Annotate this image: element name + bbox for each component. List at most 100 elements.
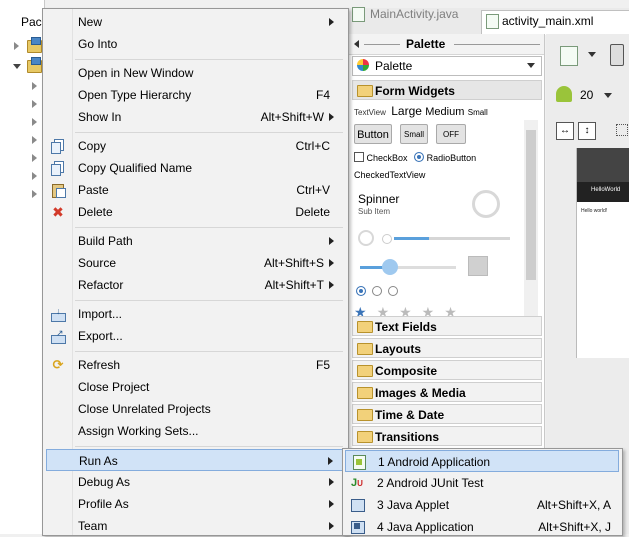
category-text-fields[interactable]: Text Fields [352,316,542,336]
menu-separator [75,132,343,133]
menu-item-label: Build Path [78,234,133,248]
tab-main-activity[interactable]: MainActivity.java [352,4,470,26]
submenu-item-android-junit-test[interactable]: JU 2 Android JUnit Test [345,472,619,494]
menu-item-profile-as[interactable]: Profile As [46,493,344,515]
category-time-date[interactable]: Time & Date [352,404,542,424]
menu-item-debug-as[interactable]: Debug As [46,471,344,493]
radio-group-icon[interactable] [356,286,366,296]
palette-title: Palette [406,37,446,51]
checkbox-row[interactable]: CheckBox RadioButton [354,152,476,163]
menu-item-open-new-window[interactable]: Open in New Window [46,62,344,84]
menu-item-paste[interactable]: Paste Ctrl+V [46,179,344,201]
radio-group-icon[interactable] [372,286,382,296]
large-text-widget: Large [391,104,422,118]
button-widget[interactable]: Button [354,124,392,144]
menu-item-shortcut: F5 [315,358,330,372]
menu-item-label: Delete [78,205,113,219]
expand-arrow-icon[interactable] [32,172,37,180]
folder-icon [357,387,373,399]
textview-row[interactable]: TextView Large Medium Small [354,104,488,118]
submenu-item-shortcut: Alt+Shift+X, A [536,498,611,512]
progress-small-icon[interactable] [358,230,374,246]
app-action-bar: HelloWorld [577,182,629,202]
package-explorer-tab[interactable]: Pac [0,12,44,32]
collapse-arrow-icon[interactable] [13,64,21,69]
fit-width-icon[interactable]: ↔ [556,122,574,140]
folder-icon [357,321,373,333]
menu-item-new[interactable]: New [46,11,344,33]
menu-item-refresh[interactable]: ⟳ Refresh F5 [46,354,344,376]
fit-height-icon[interactable]: ↕ [578,122,596,140]
folder-open-icon [357,85,373,97]
category-label: Transitions [375,430,440,444]
category-images-media[interactable]: Images & Media [352,382,542,402]
quickcontact-icon[interactable] [468,256,488,276]
menu-item-export[interactable]: ↗ Export... [46,325,344,347]
junit-icon: JU [351,477,363,489]
category-composite[interactable]: Composite [352,360,542,380]
expand-arrow-icon[interactable] [32,190,37,198]
tab-activity-main-xml[interactable]: activity_main.xml [481,10,629,35]
seekbar[interactable] [360,266,456,269]
menu-item-source[interactable]: Source Alt+Shift+S [46,252,344,274]
spinner-sub-item: Sub Item [358,207,391,216]
expand-arrow-icon[interactable] [32,82,37,90]
expand-arrow-icon[interactable] [14,42,19,50]
menu-item-shortcut: Ctrl+C [295,139,330,153]
submenu-arrow-icon [329,259,334,267]
menu-item-run-as[interactable]: Run As [46,449,344,471]
checked-textview-widget[interactable]: CheckedTextView [354,170,425,180]
expand-arrow-icon[interactable] [32,118,37,126]
menu-item-assign-working-sets[interactable]: Assign Working Sets... [46,420,344,442]
menu-item-copy[interactable]: Copy Ctrl+C [46,135,344,157]
chevron-down-icon[interactable] [604,93,612,98]
folder-icon [357,343,373,355]
menu-item-label: Paste [78,183,109,197]
toggle-button-widget[interactable]: OFF [436,124,466,144]
category-transitions[interactable]: Transitions [352,426,542,446]
spinner-widget[interactable]: Spinner [358,192,399,206]
category-label: Form Widgets [375,84,455,98]
scrollbar-thumb[interactable] [526,130,536,280]
progress-tiny-icon[interactable] [382,234,392,244]
chevron-down-icon[interactable] [588,52,596,57]
menu-item-import[interactable]: ↓ Import... [46,303,344,325]
category-layouts[interactable]: Layouts [352,338,542,358]
grid-icon[interactable] [616,124,628,136]
menu-item-label: Debug As [78,475,131,489]
menu-item-shortcut: F4 [315,88,330,102]
menu-item-label: Copy Qualified Name [78,161,193,175]
menu-item-refactor[interactable]: Refactor Alt+Shift+T [46,274,344,296]
seekbar-thumb-icon[interactable] [382,259,398,275]
submenu-item-java-applet[interactable]: 3 Java Applet Alt+Shift+X, A [345,494,619,516]
menu-item-close-project[interactable]: Close Project [46,376,344,398]
api-level[interactable]: 20 [580,88,593,102]
menu-item-open-type-hierarchy[interactable]: Open Type Hierarchy F4 [46,84,344,106]
run-as-submenu: 1 Android Application JU 2 Android JUnit… [342,448,623,536]
menu-item-show-in[interactable]: Show In Alt+Shift+W [46,106,344,128]
menu-item-close-unrelated-projects[interactable]: Close Unrelated Projects [46,398,344,420]
palette-scrollbar[interactable] [524,120,538,320]
expand-arrow-icon[interactable] [32,154,37,162]
category-form-widgets[interactable]: Form Widgets [352,80,542,100]
submenu-item-android-application[interactable]: 1 Android Application [345,450,619,472]
palette-selector[interactable]: Palette [352,56,542,76]
menu-item-go-into[interactable]: Go Into [46,33,344,55]
progress-large-icon[interactable] [472,190,500,218]
expand-arrow-icon[interactable] [32,136,37,144]
radio-group-icon[interactable] [388,286,398,296]
expand-arrow-icon[interactable] [32,100,37,108]
submenu-item-java-application[interactable]: 4 Java Application Alt+Shift+X, J [345,516,619,534]
progress-bar[interactable] [394,237,510,240]
layout-config-icon[interactable] [560,46,578,66]
collapse-palette-icon[interactable] [354,40,359,48]
menu-item-shortcut: Alt+Shift+T [264,278,324,292]
menu-item-build-path[interactable]: Build Path [46,230,344,252]
menu-item-delete[interactable]: ✖ Delete Delete [46,201,344,223]
menu-item-label: Go Into [78,37,118,51]
device-icon[interactable] [610,44,624,66]
small-button-widget[interactable]: Small [400,124,428,144]
menu-item-label: Close Project [78,380,150,394]
menu-item-copy-qualified-name[interactable]: Copy Qualified Name [46,157,344,179]
menu-item-shortcut: Alt+Shift+S [263,256,324,270]
